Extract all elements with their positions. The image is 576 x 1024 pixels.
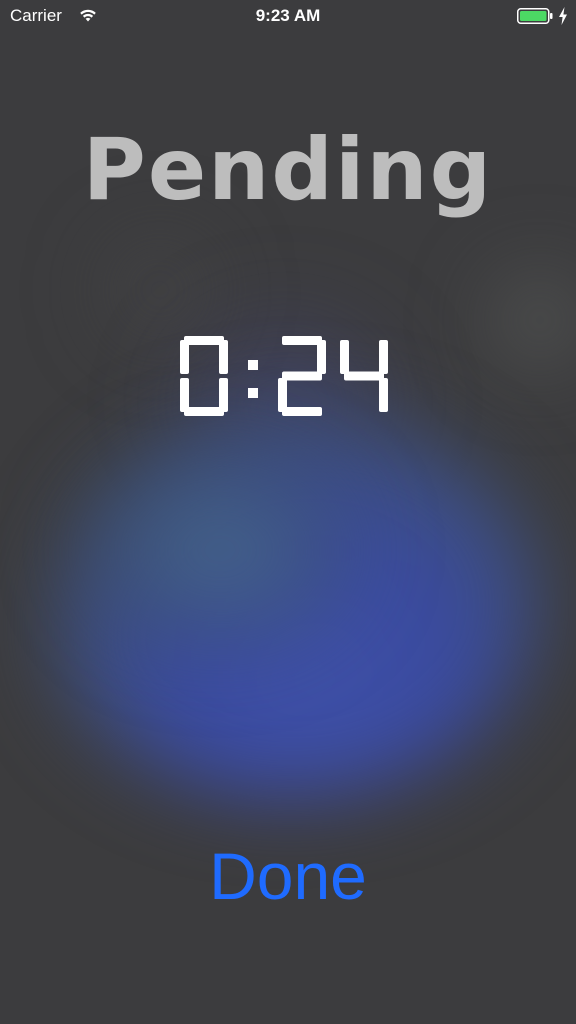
background-blur-grey-right	[470, 250, 576, 390]
status-time: 9:23 AM	[255, 6, 321, 25]
timer-colon	[248, 360, 258, 398]
timer-digit	[340, 340, 388, 412]
background-blur-teal	[70, 440, 370, 660]
app-screen: Carrier 9:23 AM Pending 0:24 Done	[0, 0, 576, 1024]
done-button[interactable]: Done	[0, 838, 576, 914]
countdown-timer: 0:24	[180, 336, 388, 416]
charging-bolt-icon	[559, 7, 567, 25]
timer-digit	[180, 336, 228, 416]
timer-digit	[278, 336, 326, 416]
battery-icon	[517, 8, 553, 24]
status-bar: Carrier 9:23 AM	[0, 0, 576, 32]
status-title: Pending	[82, 120, 494, 220]
